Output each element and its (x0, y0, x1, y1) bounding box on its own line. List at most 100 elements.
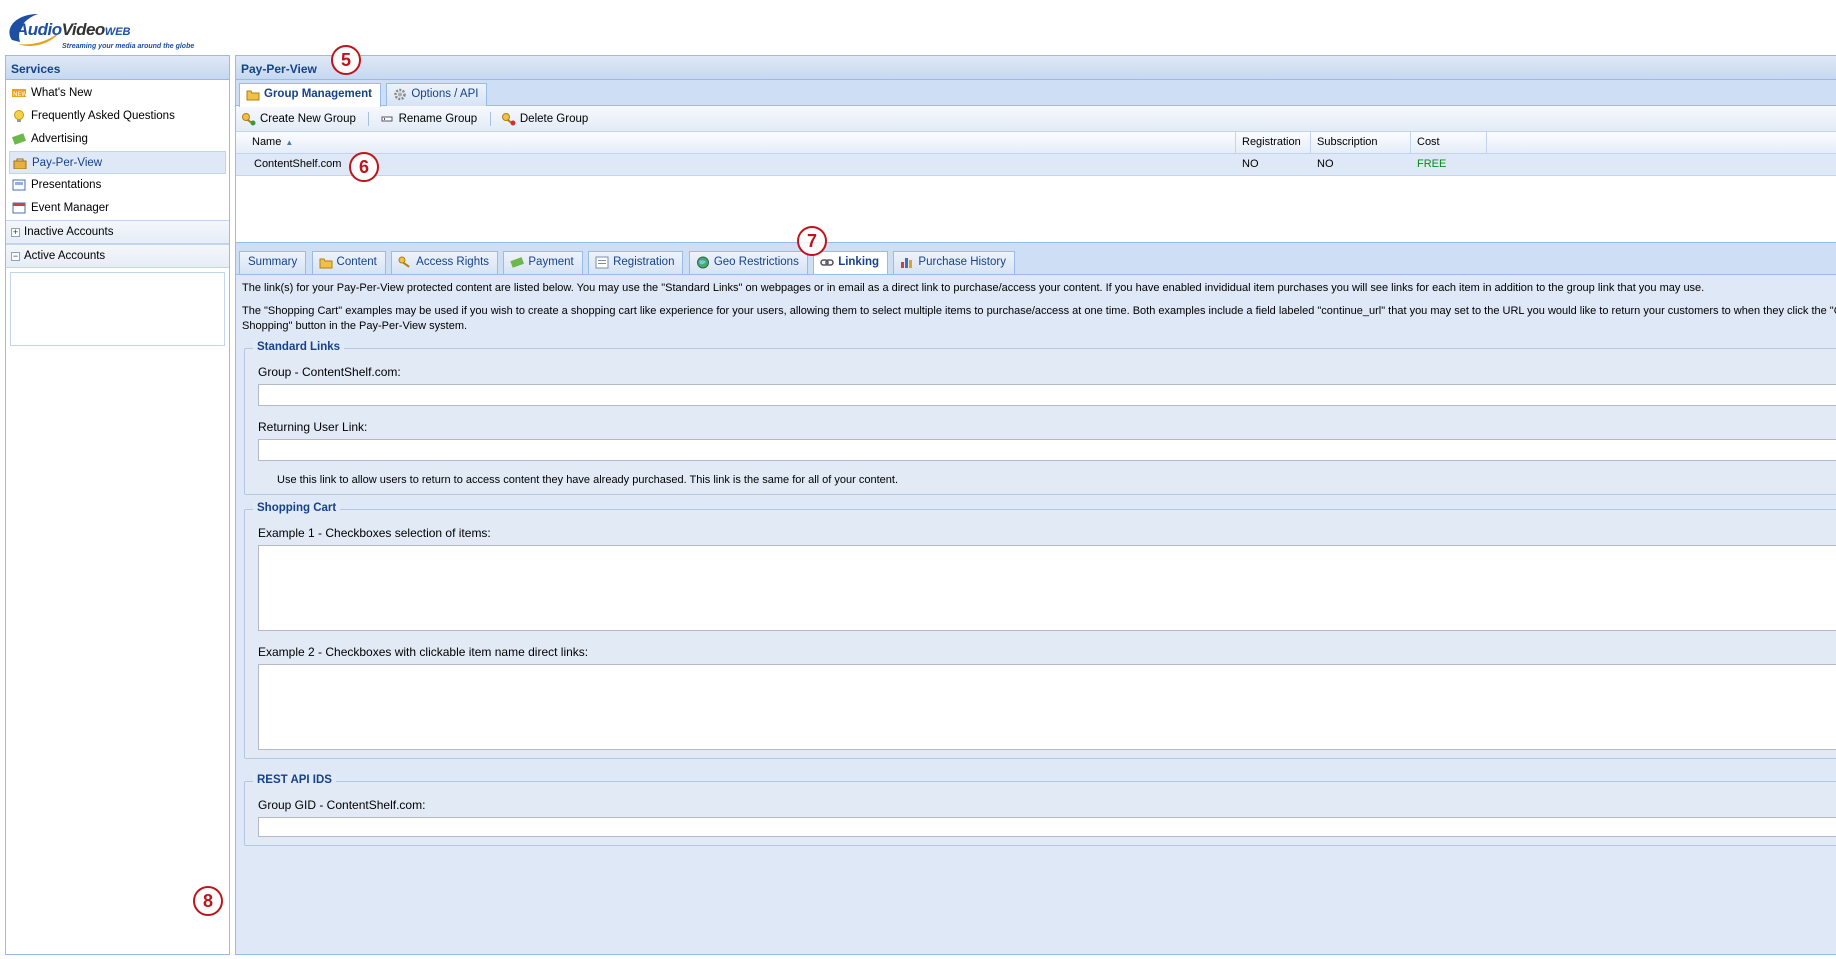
tab-label: Linking (838, 256, 880, 268)
callout-6: 6 (349, 152, 379, 182)
tab-label: Payment (528, 256, 574, 268)
active-accounts-list (10, 272, 225, 346)
cell-registration: NO (1242, 158, 1259, 170)
table-row[interactable]: ContentShelf.com NO NO FREE (236, 154, 1836, 176)
logo-brand: AudioVideoWEB (16, 20, 131, 39)
intro-text-1: The link(s) for your Pay-Per-View protec… (242, 282, 1705, 294)
svg-text:NEW: NEW (13, 91, 26, 98)
expand-icon[interactable]: + (11, 228, 20, 237)
sidebar-item-label: Presentations (31, 179, 102, 191)
gear-icon (394, 88, 407, 101)
app-window: AudioVideoWEB Streaming your media aroun… (0, 0, 1836, 959)
sidebar-item-whats-new[interactable]: NEW What's New (9, 82, 226, 105)
tab-label: Access Rights (416, 256, 490, 268)
section-inactive-accounts[interactable]: + Inactive Accounts (6, 220, 229, 244)
tab-options-api[interactable]: Options / API (386, 83, 488, 106)
group-link-label: Group - ContentShelf.com: (258, 365, 401, 379)
group-link-field[interactable] (258, 384, 1836, 406)
collapse-icon[interactable]: − (11, 252, 20, 261)
tab-label: Purchase History (918, 256, 1006, 268)
tab-payment[interactable]: Payment (503, 251, 583, 274)
sidebar-item-presentations[interactable]: Presentations (9, 174, 226, 197)
page-title: Pay-Per-View (236, 56, 1836, 80)
example-2-textarea[interactable] (258, 664, 1836, 750)
sidebar-item-pay-per-view[interactable]: Pay-Per-View (9, 151, 226, 174)
link-icon (820, 259, 834, 266)
add-key-icon (242, 113, 256, 126)
top-tabs: Group Management Options / API (236, 80, 1836, 107)
section-active-accounts[interactable]: − Active Accounts (6, 244, 229, 268)
presentation-icon (12, 179, 26, 191)
column-header-registration[interactable]: Registration (1236, 132, 1311, 153)
button-label: Delete Group (519, 113, 589, 125)
sidebar-item-advertising[interactable]: Advertising (9, 128, 226, 151)
callout-7: 7 (797, 226, 827, 256)
intro-text-2: The "Shopping Cart" examples may be used… (242, 305, 1836, 332)
column-header-name[interactable]: Name ▲ (236, 132, 1236, 153)
sidebar-item-label: What's New (31, 87, 92, 99)
globe-icon (696, 256, 709, 269)
lightbulb-icon (14, 110, 24, 122)
callout-8: 8 (193, 886, 223, 916)
returning-user-link-field[interactable] (258, 439, 1836, 461)
tab-linking[interactable]: Linking (813, 251, 889, 274)
sort-ascending-icon: ▲ (285, 138, 294, 147)
logo: AudioVideoWEB Streaming your media aroun… (4, 6, 264, 52)
tab-group-management[interactable]: Group Management (239, 83, 381, 107)
tab-purchase-history[interactable]: Purchase History (893, 251, 1015, 274)
column-header-subscription[interactable]: Subscription (1311, 132, 1411, 153)
tab-geo-restrictions[interactable]: Geo Restrictions (688, 251, 808, 274)
tab-summary[interactable]: Summary (239, 251, 307, 274)
button-label: Create New Group (260, 113, 356, 125)
services-panel: Services NEW What's New Frequently Asked… (5, 55, 230, 955)
linking-content: The link(s) for your Pay-Per-View protec… (236, 275, 1836, 954)
fieldset-legend: Shopping Cart (253, 502, 341, 514)
sidebar-item-label: Pay-Per-View (32, 157, 103, 169)
section-label: Inactive Accounts (24, 226, 114, 238)
delete-group-button[interactable]: Delete Group (500, 110, 593, 128)
fieldset-legend: Standard Links (253, 341, 345, 353)
form-icon (595, 256, 609, 269)
fieldset-legend: REST API IDS (253, 774, 336, 786)
sidebar-item-label: Frequently Asked Questions (31, 110, 175, 122)
group-gid-field[interactable] (258, 817, 1836, 837)
money-icon (510, 257, 525, 268)
folder-icon (319, 258, 333, 269)
detail-tabs: Summary Content Access Rights Payment Re… (236, 243, 1836, 275)
tab-access-rights[interactable]: Access Rights (391, 251, 499, 274)
tab-content[interactable]: Content (311, 251, 386, 274)
money-icon (12, 133, 26, 145)
key-icon (398, 256, 410, 268)
folder-icon (246, 90, 260, 101)
sidebar-item-faq[interactable]: Frequently Asked Questions (9, 105, 226, 128)
create-group-button[interactable]: Create New Group (240, 110, 361, 128)
column-header-cost[interactable]: Cost (1411, 132, 1487, 153)
tab-label: Options / API (411, 88, 479, 100)
sidebar-item-label: Advertising (31, 133, 88, 145)
toolbar-divider (489, 111, 491, 126)
button-label: Rename Group (398, 113, 478, 125)
tab-label: Registration (613, 256, 675, 268)
pay-per-view-panel: Pay-Per-View Group Management Options / … (235, 55, 1836, 955)
calendar-icon (12, 202, 26, 214)
sidebar-item-event-manager[interactable]: Event Manager (9, 197, 226, 220)
tab-registration[interactable]: Registration (588, 251, 684, 274)
tab-label: Geo Restrictions (713, 256, 799, 268)
sidebar-item-label: Event Manager (31, 202, 109, 214)
standard-links-fieldset: Standard Links Group - ContentShelf.com:… (244, 341, 1836, 495)
example-1-label: Example 1 - Checkboxes selection of item… (258, 526, 491, 540)
tab-label: Group Management (264, 88, 372, 100)
example-2-label: Example 2 - Checkboxes with clickable it… (258, 645, 589, 659)
group-toolbar: Create New Group Rename Group Delete Gro… (236, 106, 1836, 132)
shopping-cart-fieldset: Shopping Cart Example 1 - Checkboxes sel… (244, 502, 1836, 759)
section-label: Active Accounts (24, 250, 106, 262)
rename-group-button[interactable]: Rename Group (379, 110, 483, 128)
cell-subscription: NO (1317, 158, 1334, 170)
example-1-textarea[interactable] (258, 545, 1836, 631)
toolbar-divider (368, 111, 370, 126)
cell-cost: FREE (1417, 158, 1447, 170)
callout-5: 5 (331, 45, 361, 75)
services-panel-title: Services (6, 56, 229, 80)
chart-icon (901, 258, 913, 268)
cell-name: ContentShelf.com (254, 158, 342, 170)
